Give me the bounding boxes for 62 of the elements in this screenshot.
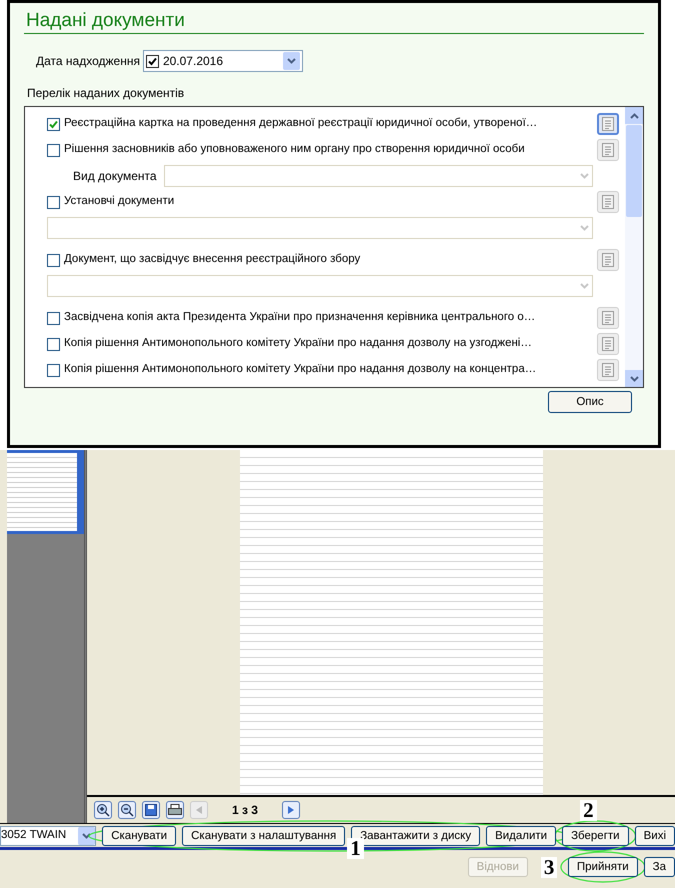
scroll-thumb[interactable] (626, 125, 642, 217)
document-button[interactable] (597, 139, 619, 161)
field-label: Вид документа (73, 168, 157, 185)
document-icon (602, 337, 614, 351)
date-value: 20.07.2016 (162, 53, 224, 70)
scrollbar[interactable] (625, 107, 643, 387)
checkbox[interactable] (47, 254, 60, 266)
save-icon[interactable] (142, 801, 160, 819)
document-icon (602, 363, 614, 377)
document-label: Рішення засновників або уповноваженого ним органу про створення юридичної особи (64, 142, 525, 158)
scan-action-button[interactable]: Зберегти (562, 826, 629, 846)
document-label: Реєстраційна картка на проведення державної реєстрації юридичної особи, утвореної… (64, 116, 538, 132)
checkbox[interactable] (47, 338, 60, 350)
checkbox[interactable] (146, 54, 159, 68)
page-thumbnail[interactable] (7, 453, 77, 531)
document-button[interactable] (597, 249, 619, 271)
scan-action-button[interactable]: Сканувати з налаштування (182, 826, 346, 846)
dropdown-field[interactable] (164, 165, 593, 187)
printer-icon[interactable] (166, 801, 184, 819)
checkbox[interactable] (47, 312, 60, 324)
document-label: Копія рішення Антимонопольного комітету України про надання дозволу на концентра… (64, 362, 536, 378)
describe-button[interactable]: Опис (548, 391, 632, 413)
annotation-number: 1 (347, 838, 364, 858)
dialog-button[interactable]: За (644, 857, 675, 877)
annotation-number: 2 (580, 800, 597, 820)
scan-action-button[interactable]: Видалити (486, 826, 556, 846)
document-icon (602, 117, 614, 131)
checkbox[interactable] (47, 364, 60, 376)
document-button[interactable] (597, 191, 619, 213)
scan-action-button[interactable]: Вихі (634, 826, 675, 846)
field-label: Дата надходження (36, 53, 140, 70)
dropdown-field[interactable] (47, 217, 593, 239)
scanner-name: 3052 TWAIN (1, 828, 66, 843)
document-button[interactable] (597, 359, 619, 381)
next-page-icon[interactable] (282, 801, 300, 819)
checkbox[interactable] (47, 144, 60, 156)
zoom-out-icon[interactable] (118, 801, 136, 819)
document-button[interactable] (597, 113, 619, 135)
document-label: Документ, що засвідчує внесення реєстраційного збору (64, 252, 360, 268)
document-button[interactable] (597, 307, 619, 329)
scroll-down-icon[interactable] (625, 370, 643, 387)
scan-action-button[interactable]: Сканувати (102, 826, 176, 846)
document-button[interactable] (597, 333, 619, 355)
document-icon (602, 195, 614, 209)
page-indicator: 1 з 3 (232, 802, 258, 819)
checkbox[interactable] (47, 196, 60, 208)
dropdown-field[interactable] (47, 275, 593, 297)
scanner-dropdown[interactable]: 3052 TWAIN (0, 826, 96, 846)
document-icon (602, 311, 614, 325)
date-picker[interactable]: 20.07.2016 (142, 50, 303, 72)
scroll-up-icon[interactable] (625, 107, 643, 124)
document-icon (602, 253, 614, 267)
document-label: Засвідчена копія акта Президента України про призначення керівника центрального о… (64, 310, 536, 326)
zoom-in-icon[interactable] (94, 801, 112, 819)
document-label: Копія рішення Антимонопольного комітету України про надання дозволу на узгоджені… (64, 336, 532, 352)
checkbox[interactable] (47, 118, 60, 130)
document-icon (602, 143, 614, 157)
section-title: Надані документи (24, 9, 644, 34)
document-label: Установчі документи (64, 194, 174, 210)
annotation-number: 3 (540, 857, 558, 878)
dialog-button[interactable]: Прийняти (568, 857, 638, 877)
list-label: Перелік наданих документів (27, 85, 186, 102)
